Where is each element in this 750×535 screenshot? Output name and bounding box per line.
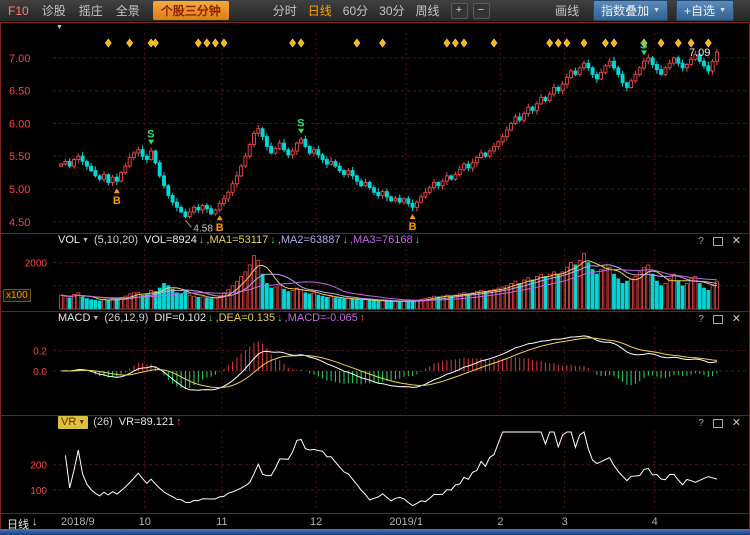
x-axis: 日线↓ 2018/91011122019/1234 — [1, 513, 749, 530]
vr-values: VR=89.121↑ — [119, 416, 184, 429]
zoom-in-button[interactable]: + — [451, 3, 468, 19]
x-axis-label: 2019/1 — [389, 516, 423, 528]
svg-text:100: 100 — [30, 486, 47, 497]
svg-text:200: 200 — [30, 461, 47, 472]
vr-params: (26) — [93, 416, 113, 429]
maximize-icon[interactable] — [713, 419, 723, 428]
bottom-blue-strip — [0, 529, 750, 535]
vol-values: VOL=8924↓,MA1=53117↓,MA2=63887↓,MA3=7616… — [144, 234, 422, 247]
panorama-button[interactable]: 全景 — [116, 2, 140, 19]
tab-weekly[interactable]: 周线 — [416, 2, 440, 19]
index-overlay-button[interactable]: 指数叠加 ▼ — [593, 0, 668, 21]
svg-text:5.00: 5.00 — [9, 184, 30, 196]
macd-indicator-selector[interactable]: MACD▼ — [58, 312, 99, 325]
macd-values: DIF=0.102↓,DEA=0.135↓,MACD=-0.065↑ — [154, 312, 367, 325]
chevron-down-icon: ▼ — [78, 416, 85, 429]
diagnose-stock-button[interactable]: 诊股 — [42, 2, 66, 19]
vol-indicator-selector[interactable]: VOL▼ — [58, 234, 89, 247]
maximize-icon[interactable] — [713, 315, 723, 324]
svg-text:S: S — [297, 118, 304, 130]
svg-text:B: B — [216, 222, 224, 233]
vr-indicator-selector[interactable]: VR▼ — [58, 416, 88, 429]
indicator-value: DIF=0.102 — [154, 312, 206, 325]
add-watchlist-label: +自选 — [684, 2, 715, 19]
f10-button[interactable]: F10 — [8, 4, 29, 18]
svg-text:5.50: 5.50 — [9, 151, 30, 163]
svg-text:6.50: 6.50 — [9, 86, 30, 98]
trend-arrow-icon: ↓ — [270, 234, 276, 247]
chart-frame: ▼ 7.00 6.50 6.00 5.50 5.00 4.50 B B B S S S 4.58 7.09… — [0, 22, 750, 529]
svg-text:7.00: 7.00 — [9, 53, 30, 65]
indicator-value: VOL=8924 — [144, 234, 197, 247]
svg-text:B: B — [113, 195, 121, 207]
svg-text:S: S — [640, 39, 647, 51]
svg-text:B: B — [409, 221, 417, 233]
chevron-down-icon: ▼ — [92, 312, 99, 325]
chevron-down-icon: ▼ — [653, 7, 660, 14]
index-overlay-label: 指数叠加 — [601, 2, 649, 19]
tab-intraday[interactable]: 分时 — [273, 2, 297, 19]
x-axis-label: 2018/9 — [61, 516, 95, 528]
vol-title: VOL — [58, 234, 80, 247]
trend-arrow-icon: ↑ — [360, 312, 366, 325]
vol-params: (5,10,20) — [94, 234, 138, 247]
vr-chart[interactable]: 200 100 — [1, 429, 749, 513]
chevron-down-icon: ▼ — [719, 7, 726, 14]
trend-arrow-icon: ↓ — [415, 234, 421, 247]
macd-params: (26,12,9) — [104, 312, 148, 325]
volume-chart[interactable]: 2000 — [1, 247, 749, 311]
macd-panel-header: MACD▼ (26,12,9) DIF=0.102↓,DEA=0.135↓,MA… — [1, 311, 749, 325]
trend-arrow-icon: ↓ — [208, 312, 214, 325]
x-axis-label: 12 — [310, 516, 322, 528]
indicator-value: ,MA2=63887 — [278, 234, 341, 247]
indicator-value: VR=89.121 — [119, 416, 174, 429]
vr-panel-header: VR▼ (26) VR=89.121↑ ? ✕ — [1, 415, 749, 429]
candlestick-chart[interactable]: 7.00 6.50 6.00 5.50 5.00 4.50 B B B S S S 4.58 7.09 — [1, 31, 749, 233]
trend-arrow-icon: ↓ — [277, 312, 283, 325]
macd-chart[interactable]: 0.2 0.0 — [1, 325, 749, 415]
tab-60min[interactable]: 60分 — [343, 2, 368, 19]
trend-arrow-icon: ↑ — [176, 416, 182, 429]
indicator-value: ,MA1=53117 — [206, 234, 268, 247]
banker-monitor-button[interactable]: 摇庄 — [79, 2, 103, 19]
svg-text:4.58: 4.58 — [193, 223, 213, 233]
tab-daily[interactable]: 日线 — [308, 2, 332, 19]
add-watchlist-button[interactable]: +自选 ▼ — [676, 0, 734, 21]
volume-unit-label: x100 — [3, 289, 31, 302]
svg-text:0.0: 0.0 — [33, 367, 47, 378]
draw-line-button[interactable]: 画线 — [555, 2, 579, 19]
x-axis-label: 4 — [652, 516, 658, 528]
indicator-value: ,MA3=76168 — [350, 234, 413, 247]
x-axis-label: 2 — [497, 516, 503, 528]
trend-arrow-icon: ↓ — [199, 234, 205, 247]
svg-text:7.09: 7.09 — [689, 47, 710, 59]
vol-panel-header: VOL▼ (5,10,20) VOL=8924↓,MA1=53117↓,MA2=… — [1, 233, 749, 247]
x-axis-label: 3 — [562, 516, 568, 528]
stock-chart-app: F10 诊股 摇庄 全景 个股三分钟 分时 日线 60分 30分 周线 + − … — [0, 0, 750, 535]
x-axis-label: 11 — [216, 516, 227, 528]
svg-text:0.2: 0.2 — [33, 347, 47, 358]
svg-text:2000: 2000 — [25, 259, 48, 270]
main-indicator-dropdown[interactable]: ▼ — [56, 24, 63, 31]
macd-title: MACD — [58, 312, 90, 325]
chevron-down-icon: ▼ — [82, 234, 89, 247]
indicator-value: ,MACD=-0.065 — [285, 312, 358, 325]
zoom-out-button[interactable]: − — [473, 3, 490, 19]
tab-30min[interactable]: 30分 — [379, 2, 404, 19]
svg-text:S: S — [147, 129, 154, 141]
top-toolbar: F10 诊股 摇庄 全景 个股三分钟 分时 日线 60分 30分 周线 + − … — [0, 0, 750, 22]
trend-arrow-icon: ↓ — [342, 234, 348, 247]
svg-text:4.50: 4.50 — [9, 217, 30, 229]
stock-3min-button[interactable]: 个股三分钟 — [153, 1, 229, 20]
x-axis-label: 10 — [139, 516, 151, 528]
svg-text:6.00: 6.00 — [9, 119, 30, 131]
indicator-value: ,DEA=0.135 — [216, 312, 276, 325]
vr-title: VR — [61, 416, 76, 429]
maximize-icon[interactable] — [713, 237, 723, 246]
